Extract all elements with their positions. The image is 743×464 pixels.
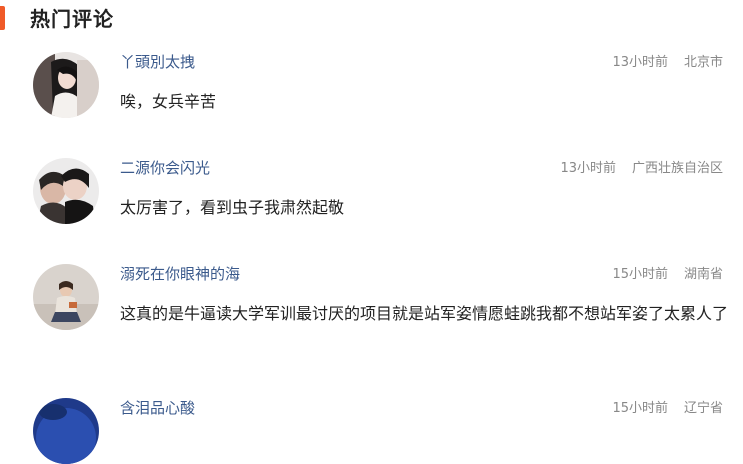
comment-item: 溺死在你眼神的海 15小时前 湖南省 这真的是牛逼读大学军训最讨厌的项目就是站军姿… [0, 264, 743, 394]
comment-meta: 13小时前 北京市 [612, 54, 723, 72]
avatar-dark-blue-icon [33, 398, 99, 464]
comment-meta: 15小时前 湖南省 [612, 266, 723, 284]
user-avatar[interactable] [33, 264, 99, 330]
comment-meta: 15小时前 辽宁省 [612, 400, 723, 418]
comment-item: 二源你会闪光 13小时前 广西壮族自治区 太厉害了，看到虫子我肃然起敬 [0, 158, 743, 258]
accent-bar [0, 6, 5, 30]
avatar-girl-sitting-icon [33, 264, 99, 330]
comment-time: 15小时前 [612, 267, 668, 282]
comment-location: 北京市 [683, 55, 723, 70]
comment-item: 含泪品心酸 15小时前 辽宁省 [0, 398, 743, 464]
username-link[interactable]: 丫頭別太拽 [120, 52, 195, 72]
user-avatar[interactable] [33, 52, 99, 118]
comment-time: 15小时前 [612, 401, 668, 416]
hot-comments-header: 热门评论 [0, 4, 743, 34]
user-avatar[interactable] [33, 398, 99, 464]
comment-time: 13小时前 [612, 55, 668, 70]
comment-location: 湖南省 [683, 267, 723, 282]
avatar-couple-icon [33, 158, 99, 224]
comment-text: 唉，女兵辛苦 [120, 92, 217, 111]
comment-item: 丫頭別太拽 13小时前 北京市 唉，女兵辛苦 [0, 52, 743, 152]
comment-text: 这真的是牛逼读大学军训最讨厌的项目就是站军姿情愿蛙跳我都不想站军姿了太累人了 [120, 304, 729, 323]
username-link[interactable]: 含泪品心酸 [120, 398, 195, 418]
user-avatar[interactable] [33, 158, 99, 224]
comment-location: 广西壮族自治区 [631, 161, 723, 176]
comment-meta: 13小时前 广西壮族自治区 [560, 160, 723, 178]
section-title: 热门评论 [30, 7, 114, 31]
comment-location: 辽宁省 [683, 401, 723, 416]
username-link[interactable]: 二源你会闪光 [120, 158, 210, 178]
comment-time: 13小时前 [560, 161, 616, 176]
avatar-woman-long-hair-icon [33, 52, 99, 118]
comment-text: 太厉害了，看到虫子我肃然起敬 [120, 198, 345, 217]
username-link[interactable]: 溺死在你眼神的海 [120, 264, 240, 284]
